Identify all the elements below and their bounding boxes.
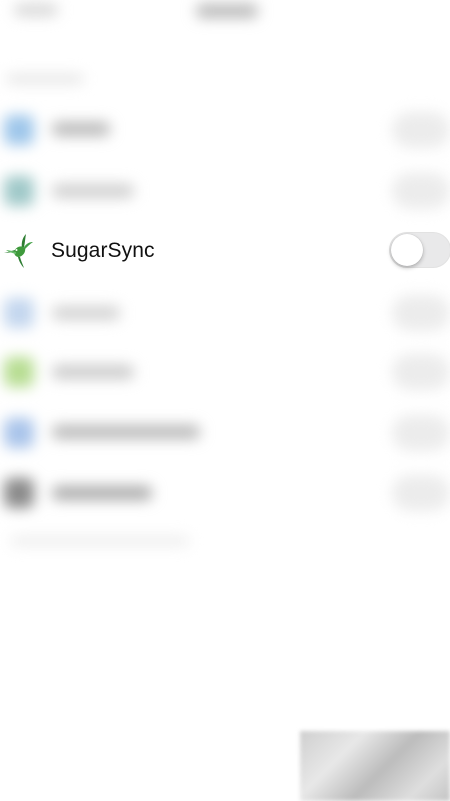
blurred-app-icon: [4, 478, 34, 508]
blurred-app-label: [52, 184, 134, 198]
blurred-app-icon: [4, 357, 34, 387]
app-row-sugarsync: SugarSync: [0, 228, 450, 274]
blurred-thumbnail: [300, 731, 450, 801]
blurred-app-icon: [4, 298, 34, 328]
blurred-app-label: [52, 306, 120, 320]
blurred-background: [0, 0, 450, 801]
app-name-label: SugarSync: [51, 239, 155, 262]
blurred-app-label: [52, 486, 152, 500]
blurred-toggle: [392, 173, 450, 209]
section-header-placeholder: [6, 74, 84, 84]
blurred-toggle: [392, 295, 450, 331]
blurred-app-label: [52, 365, 134, 379]
footer-note-placeholder: [10, 536, 190, 546]
blurred-toggle: [392, 415, 450, 451]
blurred-toggle: [392, 354, 450, 390]
sugarsync-toggle[interactable]: [389, 232, 450, 268]
blurred-app-icon: [4, 418, 34, 448]
blurred-app-icon: [4, 115, 34, 145]
hummingbird-icon: [4, 234, 33, 268]
blurred-app-icon: [4, 176, 34, 206]
nav-title-placeholder: [196, 4, 258, 18]
blurred-toggle: [392, 475, 450, 511]
blurred-toggle: [392, 112, 450, 148]
toggle-knob[interactable]: [391, 234, 423, 266]
blurred-app-label: [52, 122, 110, 136]
nav-back-placeholder: [14, 4, 58, 16]
blurred-app-label: [52, 425, 200, 439]
settings-screen: SugarSync: [0, 0, 450, 801]
